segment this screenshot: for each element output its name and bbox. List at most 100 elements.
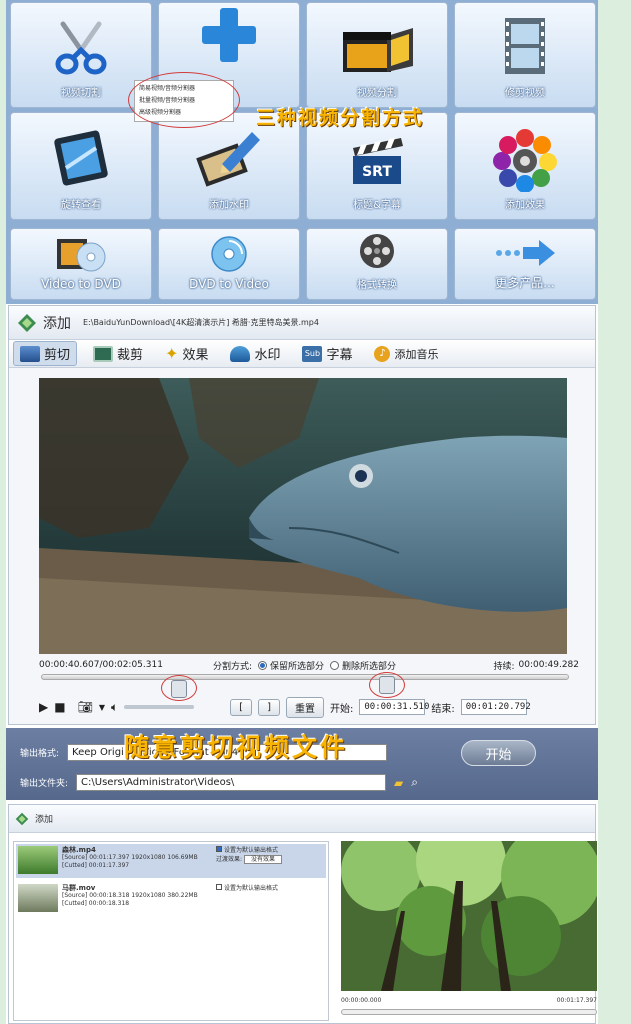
forest-video-frame xyxy=(341,841,597,991)
chevron-down-icon[interactable]: ▼ xyxy=(99,703,105,712)
batch-video-preview[interactable] xyxy=(341,841,597,991)
file-options: 设置为默认输出格式 xyxy=(216,884,278,914)
svg-text:SRT: SRT xyxy=(362,164,392,180)
delete-selection-label: 删除所选部分 xyxy=(342,661,397,672)
tab-label: 效果 xyxy=(182,348,209,363)
file-info: 森林.mp4 [Source] 00:01:17.397 1920x1080 1… xyxy=(62,846,212,876)
list-item[interactable]: 马群.mov [Source] 00:00:18.318 1920x1080 3… xyxy=(16,882,326,916)
format-reel-icon xyxy=(360,234,394,268)
app-logo-icon xyxy=(15,812,29,825)
tile-rotate-view[interactable]: 旋转查看 xyxy=(10,112,152,220)
tab-effect[interactable]: ✦ 效果 xyxy=(159,342,214,365)
file-info: 马群.mov [Source] 00:00:18.318 1920x1080 3… xyxy=(62,884,212,914)
batch-window: 添加 森林.mp4 [Source] 00:01:17.397 1920x108… xyxy=(8,804,597,1024)
fish-video-frame xyxy=(39,378,567,654)
tab-subtitle[interactable]: Sub 字幕 xyxy=(296,342,358,365)
music-icon: ♪ xyxy=(374,345,391,362)
keep-selection-radio[interactable] xyxy=(258,660,267,670)
batch-add-label[interactable]: 添加 xyxy=(35,812,53,825)
dvd-film-icon xyxy=(57,239,106,272)
play-icon[interactable]: ▶ xyxy=(39,700,48,714)
file-source: [Source] 00:00:18.318 1920x1080 380.22MB xyxy=(62,892,198,899)
highlight-ring xyxy=(128,72,240,128)
arrow-right-icon xyxy=(496,240,555,266)
default-format-checkbox[interactable] xyxy=(216,846,222,852)
playback-controls: ▶ ■ 📷︎ ▼ 🔈︎ [ ] 重置 开始: 00:00:31.510 结束: … xyxy=(39,696,589,718)
start-time-input[interactable]: 00:00:31.510 xyxy=(359,699,429,715)
palette-icon xyxy=(493,129,557,192)
crop-icon xyxy=(93,345,114,362)
cut-editor-window: 添加 E:\BaiduYunDownload\[4K超清演示片] 希腊·克里特岛… xyxy=(8,305,596,725)
preview-times: 00:00:00.000 00:01:17.397 xyxy=(341,997,597,1004)
split-mode-label: 分割方式: xyxy=(212,661,252,672)
tile-format-convert[interactable]: 格式转换 xyxy=(306,228,448,300)
tile-trim-video[interactable]: 修剪视频 xyxy=(454,2,596,108)
file-name: 马群.mov xyxy=(62,884,96,892)
tile-label: 旋转查看 xyxy=(61,200,101,211)
set-start-button[interactable]: [ xyxy=(230,698,253,716)
time-info-row: 00:00:40.607/00:02:05.311 分割方式: 保留所选部分 删… xyxy=(39,658,579,672)
output-folder-row: 输出文件夹: C:\Users\Administrator\Videos\ ▰ … xyxy=(20,774,418,791)
batch-file-list: 森林.mp4 [Source] 00:01:17.397 1920x1080 1… xyxy=(13,841,329,1021)
tile-label: 添加效果 xyxy=(505,200,545,211)
app-logo-icon xyxy=(18,313,36,332)
transition-select[interactable]: 没有效果 xyxy=(243,855,282,864)
volume-slider[interactable] xyxy=(124,705,195,709)
output-format-label: 输出格式: xyxy=(20,749,60,759)
tile-label: 格式转换 xyxy=(357,280,397,291)
reset-button[interactable]: 重置 xyxy=(285,696,324,718)
camera-icon[interactable]: 📷︎ xyxy=(78,700,93,714)
sub-icon: Sub xyxy=(302,345,323,362)
tile-label: 修剪视频 xyxy=(505,88,545,99)
file-name: 森林.mp4 xyxy=(62,846,96,854)
editor-title-bar: 添加 E:\BaiduYunDownload\[4K超清演示片] 希腊·克里特岛… xyxy=(9,306,595,340)
start-label: 开始: xyxy=(329,703,354,715)
file-thumbnail xyxy=(18,846,58,874)
file-thumbnail xyxy=(18,884,58,912)
tile-video-to-dvd[interactable]: Video to DVD xyxy=(10,228,152,300)
stop-icon[interactable]: ■ xyxy=(54,700,65,714)
scissors-icon xyxy=(55,21,107,75)
pencil-film-icon xyxy=(196,132,260,187)
end-marker-ring xyxy=(369,672,405,698)
editor-add-label[interactable]: 添加 xyxy=(43,313,71,333)
dvd-disc-icon xyxy=(211,236,247,272)
tab-label: 添加音乐 xyxy=(394,347,439,361)
tab-label: 字幕 xyxy=(326,348,353,363)
preview-end-time: 00:01:17.397 xyxy=(556,997,597,1004)
duration-value: 00:00:49.282 xyxy=(518,660,579,670)
current-time: 00:00:40.607/00:02:05.311 xyxy=(39,660,163,670)
tab-add-music[interactable]: ♪ 添加音乐 xyxy=(368,344,444,364)
tab-cut[interactable]: 剪切 xyxy=(13,341,78,366)
preview-timeline[interactable] xyxy=(341,1009,597,1015)
tab-watermark[interactable]: 水印 xyxy=(224,342,286,365)
film-clapper-icon xyxy=(343,28,413,72)
folder-icon[interactable]: ▰ xyxy=(394,776,403,790)
timeline-track[interactable] xyxy=(41,674,569,680)
delete-selection-radio[interactable] xyxy=(330,660,340,670)
duration-label: 持续: xyxy=(493,661,515,672)
file-options: 设置为默认输出格式 过渡效果: 没有效果 xyxy=(216,846,282,876)
tile-dvd-to-video[interactable]: DVD to Video xyxy=(158,228,300,300)
tile-video-split[interactable]: 视频分割 xyxy=(306,2,448,108)
search-icon[interactable]: ⌕ xyxy=(411,775,418,790)
file-cutted: [Cutted] 00:01:17.397 xyxy=(62,862,130,869)
star-icon: ✦ xyxy=(165,344,179,363)
set-end-button[interactable]: ] xyxy=(258,698,280,716)
tile-more-products[interactable]: 更多产品... xyxy=(454,228,596,300)
tile-label: 添加水印 xyxy=(209,200,249,211)
film-icon xyxy=(20,345,40,362)
video-preview[interactable] xyxy=(39,378,567,654)
default-format-label: 设置为默认输出格式 xyxy=(224,885,279,892)
tile-add-effect[interactable]: 添加效果 xyxy=(454,112,596,220)
volume-icon: 🔈︎ xyxy=(110,699,119,714)
output-folder-input[interactable]: C:\Users\Administrator\Videos\ xyxy=(76,774,387,791)
tile-label: Video to DVD xyxy=(41,277,121,291)
tab-label: 裁剪 xyxy=(117,348,144,363)
tool-tile-grid: 视频切割 视频分割 修剪视频 旋转查看 添加水印 SRT 标题&字幕 添加效果 … xyxy=(6,0,598,304)
start-button[interactable]: 开始 xyxy=(461,740,536,766)
default-format-checkbox[interactable] xyxy=(216,884,222,890)
tab-crop[interactable]: 裁剪 xyxy=(87,342,149,365)
list-item[interactable]: 森林.mp4 [Source] 00:01:17.397 1920x1080 1… xyxy=(16,844,326,878)
end-time-input[interactable]: 00:01:20.792 xyxy=(460,699,531,715)
